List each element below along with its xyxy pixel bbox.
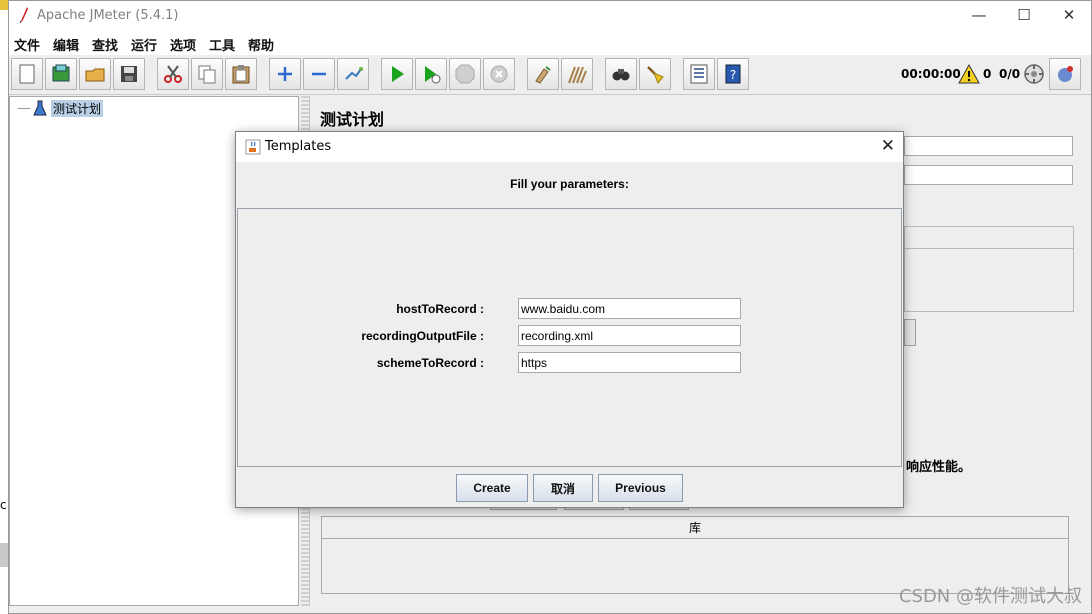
collapse-icon <box>312 72 326 76</box>
dialog-title: Templates <box>265 139 332 154</box>
expand-icon <box>278 67 292 81</box>
cancel-button[interactable]: 取消 <box>533 474 593 502</box>
menu-edit[interactable]: 编辑 <box>53 35 79 54</box>
dialog-close-button[interactable]: ✕ <box>881 136 895 156</box>
tree-node-label: 测试计划 <box>51 99 104 117</box>
variables-table[interactable] <box>904 226 1074 312</box>
name-field[interactable] <box>904 136 1073 156</box>
menu-file[interactable]: 文件 <box>14 35 40 54</box>
menu-search[interactable]: 查找 <box>92 35 118 54</box>
svg-text:?: ? <box>730 68 736 82</box>
expand-button[interactable] <box>269 58 301 90</box>
collapse-button[interactable] <box>303 58 335 90</box>
maximize-button[interactable]: ☐ <box>1009 6 1039 26</box>
new-icon <box>19 64 35 84</box>
copy-icon <box>198 65 216 84</box>
recording-output-file-label: recordingOutputFile : <box>361 329 484 343</box>
minimize-button[interactable]: — <box>964 6 994 26</box>
toggle-button[interactable] <box>337 58 369 90</box>
toolbar: ? 00:00:00 0 0/0 <box>9 55 1091 95</box>
start-no-pause-button[interactable] <box>415 58 447 90</box>
open-button[interactable] <box>79 58 111 90</box>
open-icon <box>85 68 105 82</box>
help-icon: ? <box>725 64 741 84</box>
shutdown-icon <box>490 65 508 83</box>
menu-run[interactable]: 运行 <box>131 35 157 54</box>
paste-icon <box>232 65 250 84</box>
scheme-to-record-input[interactable] <box>518 352 741 373</box>
create-button[interactable]: Create <box>456 474 528 502</box>
java-cup-icon <box>245 139 261 155</box>
function-helper-button[interactable] <box>683 58 715 90</box>
function-helper-icon <box>690 64 708 84</box>
variables-header-line <box>904 248 1074 249</box>
start-button[interactable] <box>381 58 413 90</box>
elapsed-timer: 00:00:00 <box>901 67 961 81</box>
copy-button[interactable] <box>191 58 223 90</box>
status-indicator-icon <box>1024 64 1044 84</box>
cut-icon <box>164 65 182 83</box>
parameters-panel: hostToRecord : recordingOutputFile : sch… <box>237 208 902 467</box>
host-to-record-label: hostToRecord : <box>396 302 484 316</box>
templates-icon <box>52 64 70 82</box>
reset-search-icon <box>647 66 664 84</box>
description-text: 响应性能。 <box>906 460 972 475</box>
search-icon <box>612 69 630 81</box>
recording-output-file-input[interactable] <box>518 325 741 346</box>
save-button[interactable] <box>113 58 145 90</box>
stop-icon <box>455 64 475 84</box>
start-icon <box>392 66 404 82</box>
test-plan-flask-icon <box>33 100 47 116</box>
host-to-record-input[interactable] <box>518 298 741 319</box>
shutdown-button <box>483 58 515 90</box>
menu-options[interactable]: 选项 <box>170 35 196 54</box>
dialog-title-bar: Templates ✕ <box>236 132 903 162</box>
paste-button[interactable] <box>225 58 257 90</box>
save-icon <box>121 66 137 82</box>
new-button[interactable] <box>11 58 43 90</box>
thread-count: 0/0 <box>999 67 1021 81</box>
remote-start-icon <box>1058 66 1073 82</box>
add-variable-button[interactable] <box>904 319 916 346</box>
menu-bar: 文件 编辑 查找 运行 选项 工具 帮助 <box>9 31 1091 55</box>
close-button[interactable]: ✕ <box>1054 6 1084 26</box>
clear-icon <box>535 66 551 84</box>
editor-title: 测试计划 <box>320 110 385 129</box>
jmeter-feather-icon <box>19 7 28 23</box>
toggle-icon <box>345 67 363 80</box>
clear-all-button[interactable] <box>561 58 593 90</box>
clear-all-icon <box>568 66 587 84</box>
warning-icon[interactable] <box>958 63 980 85</box>
start-no-pause-icon <box>425 66 441 84</box>
remote-start-button[interactable] <box>1049 58 1081 90</box>
warning-count: 0 <box>983 67 992 81</box>
comments-field[interactable] <box>904 165 1073 185</box>
clear-button[interactable] <box>527 58 559 90</box>
previous-button[interactable]: Previous <box>598 474 683 502</box>
watermark-text: CSDN @软件测试大叔 <box>898 586 1082 607</box>
cut-button[interactable] <box>157 58 189 90</box>
reset-search-button[interactable] <box>639 58 671 90</box>
stop-button <box>449 58 481 90</box>
dialog-heading: Fill your parameters: <box>510 177 629 191</box>
search-button[interactable] <box>605 58 637 90</box>
title-bar: Apache JMeter (5.4.1) — ☐ ✕ <box>9 1 1091 31</box>
window-title: Apache JMeter (5.4.1) <box>37 8 179 23</box>
templates-button[interactable] <box>45 58 77 90</box>
help-button[interactable]: ? <box>717 58 749 90</box>
tree-connector <box>18 107 30 109</box>
menu-help[interactable]: 帮助 <box>248 35 274 54</box>
templates-dialog: Templates ✕ Fill your parameters: hostTo… <box>235 131 904 508</box>
tree-node-test-plan[interactable]: 测试计划 <box>18 99 104 117</box>
menu-tools[interactable]: 工具 <box>209 35 235 54</box>
library-column-header: 库 <box>322 517 1068 539</box>
scheme-to-record-label: schemeToRecord : <box>376 356 484 370</box>
